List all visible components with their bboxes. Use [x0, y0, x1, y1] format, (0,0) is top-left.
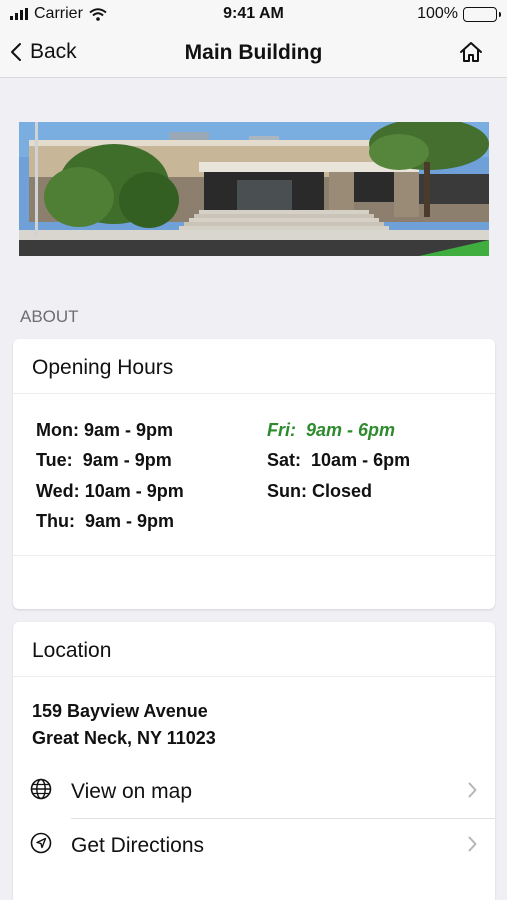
- section-label-about: ABOUT: [20, 307, 79, 326]
- hours-row-mon: Mon: 9am - 9pm: [36, 420, 174, 440]
- address: 159 Bayview Avenue Great Neck, NY 11023: [32, 698, 216, 752]
- building-photo: [19, 122, 489, 256]
- address-line-2: Great Neck, NY 11023: [32, 728, 216, 748]
- status-bar: Carrier 9:41 AM 100%: [0, 0, 507, 32]
- home-icon[interactable]: [459, 41, 483, 63]
- hours-row-sat: Sat: 10am - 6pm: [267, 450, 411, 470]
- opening-hours-card: Opening Hours Mon: 9am - 9pm Tue: 9am - …: [13, 339, 495, 609]
- card-title: Location: [13, 622, 495, 677]
- chevron-right-icon: [468, 782, 477, 798]
- get-directions-label: Get Directions: [71, 834, 205, 857]
- get-directions-button[interactable]: Get Directions: [13, 818, 495, 872]
- battery-icon: [463, 6, 501, 22]
- battery-percent: 100%: [417, 5, 458, 22]
- page-title: Main Building: [184, 41, 323, 64]
- navigation-bar: Back Main Building: [0, 32, 507, 78]
- hours-row-thu: Thu: 9am - 9pm: [36, 511, 175, 531]
- hours-grid: Mon: 9am - 9pm Tue: 9am - 9pm Wed: 10am …: [13, 394, 495, 556]
- address-line-1: 159 Bayview Avenue: [32, 701, 208, 721]
- hours-row-fri-today: Fri: 9am - 6pm: [267, 420, 396, 440]
- hours-row-tue: Tue: 9am - 9pm: [36, 450, 172, 470]
- view-on-map-button[interactable]: View on map: [13, 764, 495, 818]
- card-title: Opening Hours: [13, 339, 495, 394]
- location-card: Location 159 Bayview Avenue Great Neck, …: [13, 622, 495, 900]
- view-on-map-label: View on map: [71, 780, 193, 803]
- chevron-right-icon: [468, 836, 477, 852]
- globe-icon: [30, 778, 52, 800]
- hours-row-wed: Wed: 10am - 9pm: [36, 481, 184, 501]
- status-right: 100%: [417, 5, 501, 23]
- hours-row-sun: Sun: Closed: [267, 481, 373, 501]
- compass-navigation-icon: [30, 832, 52, 854]
